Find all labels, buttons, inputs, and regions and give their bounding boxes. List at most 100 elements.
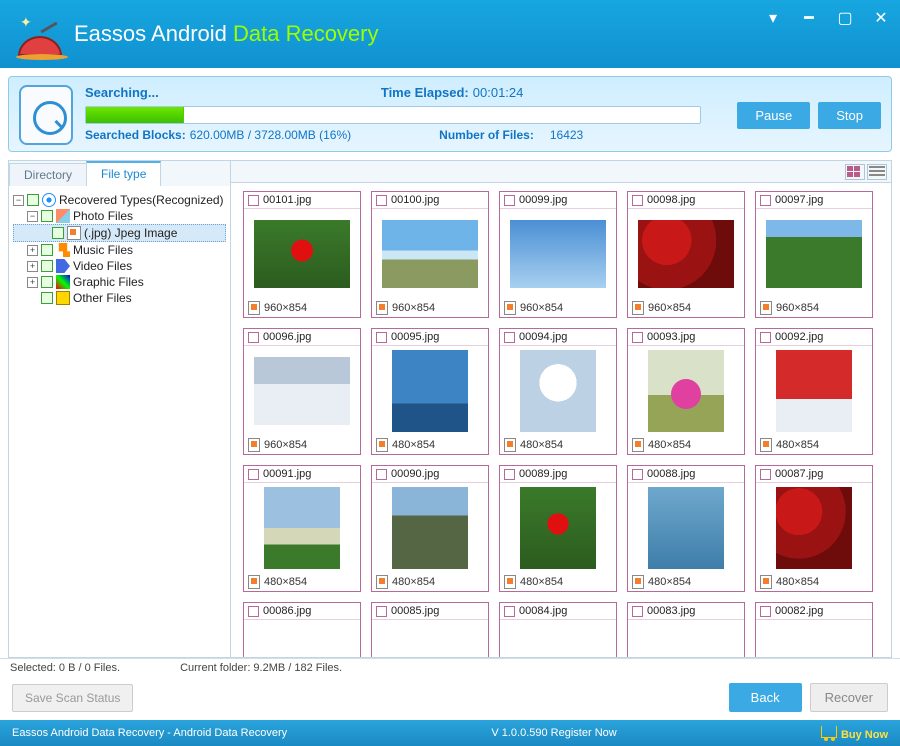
- thumb-filename: 00087.jpg: [775, 468, 823, 480]
- tree-music-files[interactable]: + Music Files: [13, 242, 226, 258]
- footer-version[interactable]: V 1.0.0.590 Register Now: [491, 727, 616, 739]
- doc-icon: [504, 575, 516, 589]
- thumb-image: [766, 220, 862, 288]
- thumbnail-item[interactable]: 00092.jpg480×854: [755, 328, 873, 455]
- tab-file-type[interactable]: File type: [86, 161, 161, 186]
- thumb-checkbox[interactable]: [248, 606, 259, 617]
- buy-now-link[interactable]: Buy Now: [821, 726, 888, 741]
- thumbnail-item[interactable]: 00083.jpg: [627, 602, 745, 657]
- thumb-checkbox[interactable]: [376, 332, 387, 343]
- thumb-checkbox[interactable]: [248, 469, 259, 480]
- thumb-dimensions: 960×854: [264, 439, 307, 451]
- checkbox[interactable]: [41, 260, 53, 272]
- thumb-dimensions: 480×854: [648, 439, 691, 451]
- thumb-checkbox[interactable]: [248, 195, 259, 206]
- expand-icon[interactable]: +: [27, 277, 38, 288]
- thumb-checkbox[interactable]: [248, 332, 259, 343]
- thumb-checkbox[interactable]: [632, 332, 643, 343]
- checkbox[interactable]: [41, 210, 53, 222]
- checkbox[interactable]: [41, 292, 53, 304]
- progress-bar: [85, 106, 701, 124]
- thumbnail-item[interactable]: 00091.jpg480×854: [243, 465, 361, 592]
- maximize-button[interactable]: ▢: [836, 8, 854, 28]
- thumbnail-item[interactable]: 00089.jpg480×854: [499, 465, 617, 592]
- thumb-image: [776, 624, 852, 657]
- thumb-image: [648, 487, 724, 569]
- thumb-checkbox[interactable]: [504, 195, 515, 206]
- tree-graphic-files[interactable]: + Graphic Files: [13, 274, 226, 290]
- tree-jpg[interactable]: (.jpg) Jpeg Image: [13, 224, 226, 242]
- doc-icon: [504, 301, 516, 315]
- grid-view-button[interactable]: [845, 164, 865, 180]
- expand-icon[interactable]: +: [27, 261, 38, 272]
- phone-search-icon: [19, 85, 73, 145]
- minimize-button[interactable]: ━: [800, 8, 818, 28]
- thumb-checkbox[interactable]: [760, 606, 771, 617]
- thumb-checkbox[interactable]: [376, 469, 387, 480]
- music-icon: [56, 243, 70, 257]
- thumb-filename: 00085.jpg: [391, 605, 439, 617]
- thumbnail-item[interactable]: 00094.jpg480×854: [499, 328, 617, 455]
- app-logo-icon: ✦: [16, 10, 64, 58]
- recover-button[interactable]: Recover: [810, 683, 888, 712]
- cart-icon: [821, 726, 837, 738]
- thumbnail-item[interactable]: 00087.jpg480×854: [755, 465, 873, 592]
- thumb-checkbox[interactable]: [376, 606, 387, 617]
- back-button[interactable]: Back: [729, 683, 802, 712]
- thumb-checkbox[interactable]: [632, 195, 643, 206]
- tree-root[interactable]: − Recovered Types(Recognized): [13, 192, 226, 208]
- menu-icon[interactable]: ▾: [764, 8, 782, 28]
- thumb-checkbox[interactable]: [632, 469, 643, 480]
- titlebar: ✦ Eassos Android Data Recovery ▾ ━ ▢ ✕: [0, 0, 900, 68]
- thumb-checkbox[interactable]: [504, 606, 515, 617]
- thumbnail-item[interactable]: 00084.jpg: [499, 602, 617, 657]
- thumb-checkbox[interactable]: [504, 469, 515, 480]
- tree-video-files[interactable]: + Video Files: [13, 258, 226, 274]
- tab-directory[interactable]: Directory: [9, 163, 87, 186]
- thumbnail-item[interactable]: 00099.jpg960×854: [499, 191, 617, 318]
- collapse-icon[interactable]: −: [13, 195, 24, 206]
- close-button[interactable]: ✕: [872, 8, 890, 28]
- stop-button[interactable]: Stop: [818, 102, 881, 129]
- checkbox[interactable]: [27, 194, 39, 206]
- thumbnail-item[interactable]: 00098.jpg960×854: [627, 191, 745, 318]
- thumb-checkbox[interactable]: [632, 606, 643, 617]
- tree-other-files[interactable]: Other Files: [13, 290, 226, 306]
- thumb-checkbox[interactable]: [760, 195, 771, 206]
- doc-icon: [632, 575, 644, 589]
- left-pane: Directory File type − Recovered Types(Re…: [9, 161, 231, 657]
- thumb-image: [264, 624, 340, 657]
- save-scan-status-button[interactable]: Save Scan Status: [12, 684, 133, 712]
- thumbnail-item[interactable]: 00082.jpg: [755, 602, 873, 657]
- thumb-checkbox[interactable]: [760, 332, 771, 343]
- list-view-button[interactable]: [867, 164, 887, 180]
- thumbnail-item[interactable]: 00093.jpg480×854: [627, 328, 745, 455]
- time-elapsed-value: 00:01:24: [473, 85, 524, 100]
- expand-icon[interactable]: +: [27, 245, 38, 256]
- thumb-filename: 00094.jpg: [519, 331, 567, 343]
- jpg-icon: [67, 226, 81, 240]
- thumbnail-item[interactable]: 00086.jpg: [243, 602, 361, 657]
- doc-icon: [504, 438, 516, 452]
- thumbnail-item[interactable]: 00088.jpg480×854: [627, 465, 745, 592]
- checkbox[interactable]: [41, 276, 53, 288]
- thumbnail-item[interactable]: 00097.jpg960×854: [755, 191, 873, 318]
- pause-button[interactable]: Pause: [737, 102, 810, 129]
- thumbnail-item[interactable]: 00096.jpg960×854: [243, 328, 361, 455]
- thumbnail-item[interactable]: 00090.jpg480×854: [371, 465, 489, 592]
- thumbnail-item[interactable]: 00085.jpg: [371, 602, 489, 657]
- thumbnail-item[interactable]: 00101.jpg960×854: [243, 191, 361, 318]
- thumbnail-item[interactable]: 00100.jpg960×854: [371, 191, 489, 318]
- app-title: Eassos Android Data Recovery: [74, 21, 379, 47]
- thumb-checkbox[interactable]: [376, 195, 387, 206]
- checkbox[interactable]: [52, 227, 64, 239]
- collapse-icon[interactable]: −: [27, 211, 38, 222]
- thumb-checkbox[interactable]: [504, 332, 515, 343]
- thumbnail-item[interactable]: 00095.jpg480×854: [371, 328, 489, 455]
- doc-icon: [760, 301, 772, 315]
- footer-title: Eassos Android Data Recovery - Android D…: [12, 727, 287, 739]
- checkbox[interactable]: [41, 244, 53, 256]
- thumb-dimensions: 960×854: [264, 302, 307, 314]
- tree-photo-files[interactable]: − Photo Files: [13, 208, 226, 224]
- thumb-checkbox[interactable]: [760, 469, 771, 480]
